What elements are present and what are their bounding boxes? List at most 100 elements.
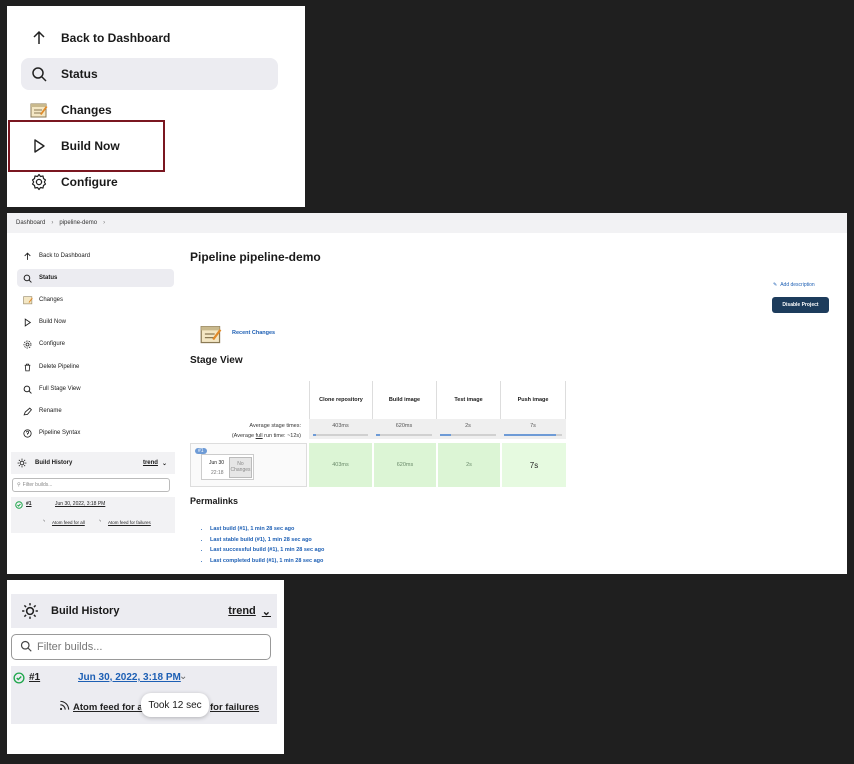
sidebar-item-changes[interactable]: Changes xyxy=(17,291,174,309)
breadcrumb-separator-icon: › xyxy=(103,220,106,226)
status-link[interactable]: Status xyxy=(21,58,278,90)
average-full-run-label: (Average full run time: ~12s) xyxy=(232,433,301,439)
build-number-link[interactable]: #1 xyxy=(29,672,40,683)
filter-placeholder: Filter builds... xyxy=(22,482,53,488)
trend-link[interactable]: trend xyxy=(143,460,158,466)
build-duration-tooltip: Took 12 sec xyxy=(141,693,209,717)
sidebar-item-rename[interactable]: Rename xyxy=(17,402,174,420)
pencil-icon: ✎ xyxy=(773,282,778,288)
avg-time-value: 403ms xyxy=(332,423,349,429)
permalink-item[interactable]: Last stable build (#1), 1 min 28 sec ago xyxy=(210,535,324,546)
arrow-up-icon xyxy=(22,251,33,262)
avg-progress-bar xyxy=(376,434,432,436)
breadcrumb-dashboard[interactable]: Dashboard xyxy=(16,220,45,226)
atom-feed-all-link[interactable]: Atom feed for all xyxy=(52,520,85,525)
sidebar-item-label: Changes xyxy=(39,297,64,303)
stage-header-build: Build image xyxy=(372,381,436,419)
trash-icon xyxy=(22,362,33,373)
sidebar-item-back-to-dashboard[interactable]: Back to Dashboard xyxy=(17,247,174,265)
sidebar-zoom-panel: Back to Dashboard Status Changes Build N… xyxy=(7,6,305,207)
permalink-item[interactable]: Last successful build (#1), 1 min 28 sec… xyxy=(210,545,324,556)
sidebar-item-pipeline-syntax[interactable]: Pipeline Syntax xyxy=(17,424,174,442)
stage-run-cell[interactable]: 620ms xyxy=(372,443,436,487)
breadcrumb-separator-icon: › xyxy=(51,220,54,226)
build-history-title: Build History xyxy=(35,460,73,466)
sidebar-item-full-stage-view[interactable]: Full Stage View xyxy=(17,380,174,398)
avg-time-value: 620ms xyxy=(395,423,413,429)
search-icon xyxy=(22,384,33,395)
configure-label: Configure xyxy=(61,175,118,189)
rss-icon: ◝ xyxy=(43,519,45,525)
search-icon: ⚲ xyxy=(17,482,21,488)
avg-time-value: 2s xyxy=(465,423,471,429)
success-check-icon xyxy=(15,501,23,511)
pipeline-page-panel: Dashboard › pipeline-demo › Back to Dash… xyxy=(7,213,847,574)
average-full-run-prefix: (Average xyxy=(231,433,256,439)
stage-run-cell[interactable]: 403ms xyxy=(309,443,372,487)
atom-feed-failures-link[interactable]: Atom feed for failures xyxy=(108,520,151,525)
chevron-down-icon: ⌄ xyxy=(261,605,271,618)
rss-icon xyxy=(59,700,70,714)
search-icon xyxy=(22,273,33,284)
run-time: 22:18 xyxy=(211,470,224,476)
stage-view-title: Stage View xyxy=(190,355,243,366)
sidebar-item-label: Status xyxy=(39,275,58,281)
filter-builds-input[interactable]: Filter builds... xyxy=(11,634,271,660)
average-stage-times-label: Average stage times: xyxy=(249,423,301,429)
help-icon xyxy=(22,428,33,439)
build-history-title: Build History xyxy=(51,605,120,617)
add-description-label: Add description xyxy=(780,282,815,288)
build-history-header: Build History trend ⌄ xyxy=(11,594,277,628)
sidebar-item-configure[interactable]: Configure xyxy=(17,335,174,353)
sidebar-item-label: Back to Dashboard xyxy=(39,253,91,259)
avg-progress-fill xyxy=(313,434,316,436)
avg-progress-fill xyxy=(376,434,381,436)
add-description-link[interactable]: ✎ Add description xyxy=(773,282,815,288)
stage-run-cell[interactable]: 2s xyxy=(436,443,500,487)
avg-time-cell: 403ms xyxy=(309,419,372,439)
stage-header-test: Test image xyxy=(436,381,500,419)
sidebar-item-label: Rename xyxy=(39,408,62,414)
notepad-icon xyxy=(200,323,222,350)
atom-feed-all-link[interactable]: Atom feed for all xyxy=(73,702,148,713)
back-to-dashboard-label: Back to Dashboard xyxy=(61,31,171,45)
permalink-item[interactable]: Last completed build (#1), 1 min 28 sec … xyxy=(210,556,324,567)
disable-project-button[interactable]: Disable Project xyxy=(772,297,829,313)
arrow-up-icon xyxy=(29,28,49,48)
stage-view-table: Clone repository Build image Test image … xyxy=(190,381,566,491)
changes-label: Changes xyxy=(61,103,112,117)
build-number-link[interactable]: #1 xyxy=(26,501,32,507)
success-check-icon xyxy=(13,672,25,687)
stage-run-cell[interactable]: 7s xyxy=(500,443,566,487)
page-title: Pipeline pipeline-demo xyxy=(190,250,321,264)
breadcrumb-pipeline-demo[interactable]: pipeline-demo xyxy=(59,220,97,226)
build-date-link[interactable]: Jun 30, 2022, 3:18 PM xyxy=(55,501,105,507)
avg-progress-fill xyxy=(504,434,557,436)
sidebar-item-status[interactable]: Status xyxy=(17,269,174,287)
sidebar-item-build-now[interactable]: Build Now xyxy=(17,313,174,331)
run-date-box: Jun 30 22:18 No Changes xyxy=(201,454,254,480)
back-to-dashboard-link[interactable]: Back to Dashboard xyxy=(21,22,278,54)
notepad-icon xyxy=(22,295,33,306)
play-icon xyxy=(22,317,33,328)
chevron-down-icon[interactable]: ⌄ xyxy=(179,671,187,682)
run-info-cell[interactable]: #1 Jun 30 22:18 No Changes xyxy=(190,443,307,487)
sidebar-item-label: Build Now xyxy=(39,319,67,325)
permalink-item[interactable]: Last build (#1), 1 min 28 sec ago xyxy=(210,524,324,535)
search-icon xyxy=(20,640,32,655)
avg-progress-fill xyxy=(440,434,452,436)
recent-changes-link[interactable]: Recent Changes xyxy=(232,330,275,336)
avg-time-cell: 7s xyxy=(500,419,566,439)
filter-builds-input[interactable]: ⚲ Filter builds... xyxy=(12,478,170,492)
sun-trend-icon xyxy=(21,602,39,620)
sidebar-item-delete-pipeline[interactable]: Delete Pipeline xyxy=(17,358,174,376)
build-history-zoom-panel: Build History trend ⌄ Filter builds... #1… xyxy=(7,580,284,754)
stage-header-push: Push image xyxy=(500,381,566,419)
chevron-down-icon[interactable]: ⌄ xyxy=(162,460,167,467)
atom-feed-failures-link[interactable]: for failures xyxy=(210,702,259,713)
trend-link[interactable]: trend ⌄ xyxy=(228,605,271,618)
status-label: Status xyxy=(61,67,98,81)
sidebar-item-label: Delete Pipeline xyxy=(39,364,80,370)
permalinks-title: Permalinks xyxy=(190,496,239,506)
build-date-link[interactable]: Jun 30, 2022, 3:18 PM xyxy=(78,672,181,683)
